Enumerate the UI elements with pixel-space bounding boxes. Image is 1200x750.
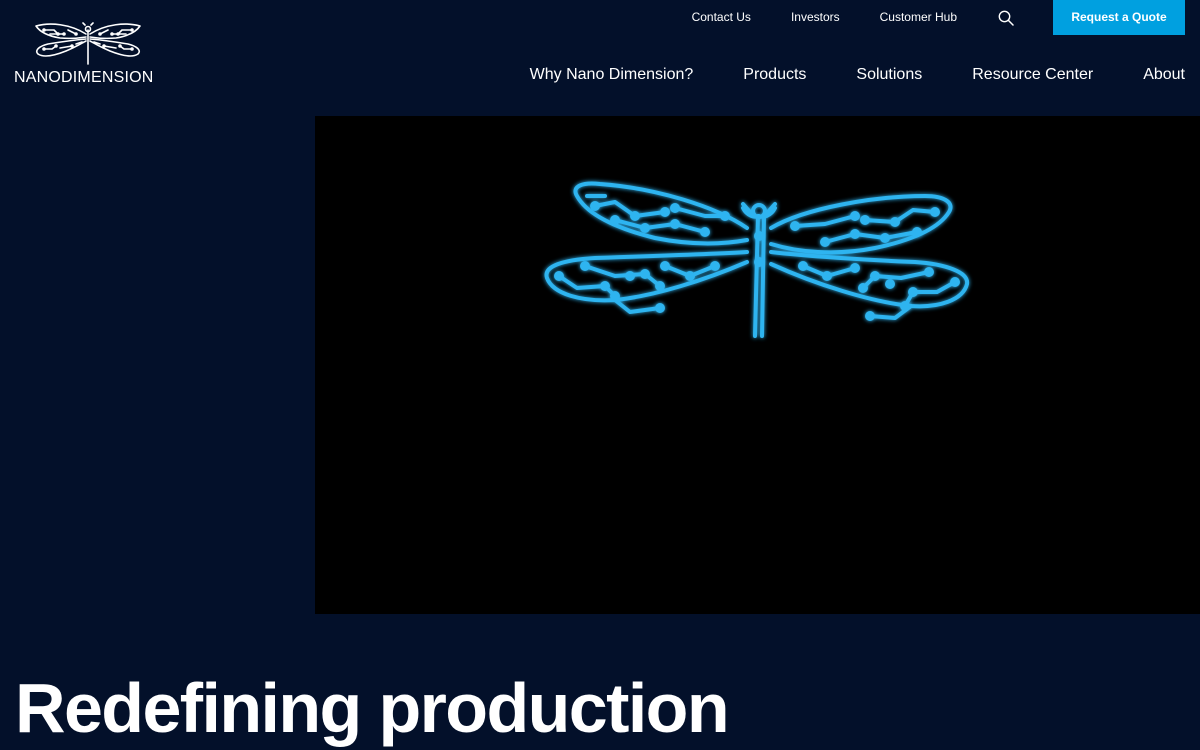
logo-word-dimension: DIMENSION: [61, 69, 154, 86]
hero-video[interactable]: [315, 116, 1200, 614]
investors-link[interactable]: Investors: [791, 0, 840, 35]
logo-word-nano: NANO: [14, 69, 62, 86]
hero-headline: Redefining production: [15, 669, 730, 747]
nav-solutions[interactable]: Solutions: [856, 60, 922, 90]
contact-us-link[interactable]: Contact Us: [692, 0, 751, 35]
site-header: NANODIMENSION Contact Us Investors Custo…: [0, 0, 1200, 116]
main-nav: Why Nano Dimension? Products Solutions R…: [530, 60, 1185, 90]
search-icon: [998, 10, 1014, 26]
nav-resource-center[interactable]: Resource Center: [972, 60, 1093, 90]
nav-why-nano-dimension[interactable]: Why Nano Dimension?: [530, 60, 694, 90]
nav-about[interactable]: About: [1143, 60, 1185, 90]
utility-nav: Contact Us Investors Customer Hub Reques…: [692, 0, 1185, 35]
dragonfly-logo-icon: [35, 22, 141, 65]
page: NANODIMENSION Contact Us Investors Custo…: [0, 0, 1200, 750]
customer-hub-link[interactable]: Customer Hub: [880, 0, 957, 35]
search-button[interactable]: [997, 9, 1015, 27]
nav-products[interactable]: Products: [743, 60, 806, 90]
nano-dimension-logo[interactable]: NANODIMENSION: [14, 22, 160, 88]
request-quote-button[interactable]: Request a Quote: [1053, 0, 1185, 35]
logo-wordmark: NANODIMENSION: [14, 69, 160, 87]
dragonfly-circuit-icon: [544, 181, 970, 338]
